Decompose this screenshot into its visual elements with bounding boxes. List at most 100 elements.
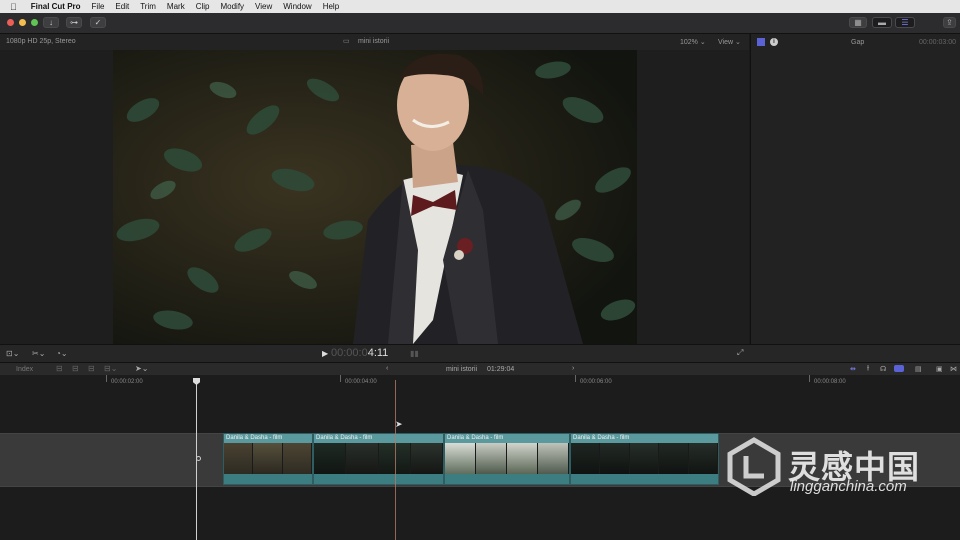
clip-label: Danila & Dasha - film bbox=[226, 435, 283, 441]
zoom-window-button[interactable] bbox=[31, 19, 38, 26]
insert-clip-icon[interactable]: ⊟ bbox=[72, 364, 79, 373]
import-icon: ↓ bbox=[49, 18, 53, 27]
transitions-browser-icon[interactable]: ⋈ bbox=[950, 365, 957, 373]
viewer-project-name: mini istorii bbox=[358, 38, 390, 45]
timeline-ruler[interactable]: 00:00:02:00 00:00:04:00 00:00:06:00 00:0… bbox=[0, 375, 960, 388]
timecode-dim: 00:00:0 bbox=[331, 347, 368, 359]
audio-skimming-icon[interactable]: ⫲ bbox=[867, 365, 869, 373]
menu-mark[interactable]: Mark bbox=[167, 2, 185, 11]
play-icon[interactable]: ▶ bbox=[322, 349, 328, 358]
close-window-button[interactable] bbox=[7, 19, 14, 26]
timeline-icon: ▬ bbox=[878, 18, 886, 27]
view-label: View bbox=[718, 39, 734, 46]
skimmer bbox=[395, 380, 396, 540]
info-icon[interactable]: i bbox=[770, 38, 778, 46]
ruler-tick-label: 00:00:02:00 bbox=[111, 379, 143, 385]
timecode-display[interactable]: 00:00:04:11 bbox=[331, 347, 388, 359]
grid-icon: ▦ bbox=[854, 18, 862, 27]
inspector-title: Gap bbox=[851, 39, 865, 46]
clip-audio-waveform bbox=[314, 474, 443, 484]
clip-audio-waveform bbox=[224, 474, 312, 484]
connect-clip-icon[interactable]: ⊟ bbox=[56, 364, 63, 373]
minimize-window-button[interactable] bbox=[19, 19, 26, 26]
watermark-url: lingganchina.com bbox=[790, 478, 907, 495]
clip-height-icon[interactable]: ▤ bbox=[915, 365, 922, 373]
viewer-header: 1080p HD 25p, Stereo ▭ mini istorii 102%… bbox=[0, 34, 749, 50]
sliders-icon: ☰ bbox=[901, 18, 909, 27]
video-frame[interactable] bbox=[113, 50, 637, 344]
ruler-tick-label: 00:00:08:00 bbox=[814, 379, 846, 385]
menu-modify[interactable]: Modify bbox=[220, 2, 244, 11]
fullscreen-icon[interactable]: ⤢ bbox=[737, 348, 743, 358]
zoom-value: 102% bbox=[680, 39, 698, 46]
clip-thumbnails bbox=[224, 443, 312, 475]
menu-file[interactable]: File bbox=[92, 2, 105, 11]
timeline-toggle-button[interactable]: ▬ bbox=[872, 17, 892, 28]
inspector-toggle-button[interactable]: ☰ bbox=[895, 17, 915, 28]
format-label: 1080p HD 25p, Stereo bbox=[6, 38, 76, 45]
snapping-icon[interactable] bbox=[894, 365, 904, 372]
timeline-project-name: mini istorii bbox=[446, 366, 478, 373]
overwrite-clip-icon[interactable]: ⊟⌄ bbox=[104, 364, 117, 373]
index-button[interactable]: Index bbox=[16, 366, 33, 373]
clip-thumbnails bbox=[571, 443, 718, 475]
share-button[interactable]: ⇪ bbox=[943, 17, 956, 28]
view-dropdown[interactable]: View ⌄ bbox=[718, 38, 741, 46]
video-frame-image bbox=[113, 50, 637, 344]
inspector-panel: i Gap 00:00:03:00 bbox=[750, 34, 960, 344]
ruler-tick-label: 00:00:06:00 bbox=[580, 379, 612, 385]
chevron-down-icon: ⌄ bbox=[735, 39, 741, 46]
menu-app-name[interactable]: Final Cut Pro bbox=[31, 2, 81, 11]
check-icon: ✓ bbox=[94, 18, 102, 27]
clip-audio-waveform bbox=[445, 474, 569, 484]
menu-edit[interactable]: Edit bbox=[115, 2, 129, 11]
timeline-clip[interactable]: Danila & Dasha - film bbox=[223, 433, 313, 485]
timeline-clip[interactable]: Danila & Dasha - film bbox=[570, 433, 719, 485]
watermark-logo-icon bbox=[724, 436, 784, 497]
speed-icon[interactable]: ◔⌄ bbox=[56, 349, 68, 358]
timeline-duration: 01:29:04 bbox=[487, 366, 515, 373]
browser-toggle-button[interactable]: ▦ bbox=[849, 17, 867, 28]
zoom-dropdown[interactable]: 102% ⌄ bbox=[680, 38, 706, 46]
timeline-clip[interactable]: Danila & Dasha - film bbox=[444, 433, 570, 485]
share-icon: ⇪ bbox=[946, 18, 953, 27]
video-inspector-icon[interactable] bbox=[757, 38, 765, 46]
menu-bar:  Final Cut Pro File Edit Trim Mark Clip… bbox=[0, 0, 960, 13]
menu-window[interactable]: Window bbox=[283, 2, 311, 11]
select-tool-icon[interactable]: ➤⌄ bbox=[135, 364, 148, 373]
toolbar: ↓ ⊶ ✓ ▦ ▬ ☰ ⇪ bbox=[0, 13, 960, 34]
timecode-bright: 4:11 bbox=[367, 347, 389, 359]
headphones-icon[interactable]: ☊ bbox=[880, 365, 886, 373]
project-icon: ▭ bbox=[343, 38, 350, 45]
menu-view[interactable]: View bbox=[255, 2, 272, 11]
inspector-timecode: 00:00:03:00 bbox=[919, 39, 956, 46]
transport-bar: ⊡⌄ ✂⌄ ◔⌄ ▶ 00:00:04:11 ▮▮ ⤢ bbox=[0, 344, 960, 363]
import-button[interactable]: ↓ bbox=[43, 17, 59, 28]
key-icon: ⊶ bbox=[70, 18, 78, 27]
chevron-down-icon: ⌄ bbox=[699, 39, 706, 46]
timeline-header: Index ⊟ ⊟ ⊟ ⊟⌄ ➤⌄ ‹ mini istorii 01:29:0… bbox=[0, 362, 960, 376]
clip-label: Danila & Dasha - film bbox=[447, 435, 504, 441]
append-clip-icon[interactable]: ⊟ bbox=[88, 364, 95, 373]
menu-trim[interactable]: Trim bbox=[140, 2, 156, 11]
playhead[interactable] bbox=[196, 380, 197, 540]
ruler-tick-label: 00:00:04:00 bbox=[345, 379, 377, 385]
menu-help[interactable]: Help bbox=[323, 2, 339, 11]
timeline-forward-icon[interactable]: › bbox=[572, 365, 574, 372]
clip-audio-waveform bbox=[571, 474, 718, 484]
tools-icon[interactable]: ✂⌄ bbox=[32, 349, 45, 358]
clip-thumbnails bbox=[445, 443, 569, 475]
skimming-icon[interactable]: ⇹ bbox=[850, 365, 856, 373]
background-tasks-button[interactable]: ✓ bbox=[90, 17, 106, 28]
timeline-clip[interactable]: Danila & Dasha - film bbox=[313, 433, 444, 485]
keyword-button[interactable]: ⊶ bbox=[66, 17, 82, 28]
apple-icon[interactable]:  bbox=[10, 2, 17, 12]
mouse-cursor-icon: ➤ bbox=[395, 419, 403, 429]
menu-clip[interactable]: Clip bbox=[196, 2, 210, 11]
timeline-back-icon[interactable]: ‹ bbox=[386, 365, 388, 372]
clip-appearance-icon[interactable]: ⊡⌄ bbox=[6, 349, 19, 358]
clip-label: Danila & Dasha - film bbox=[573, 435, 630, 441]
clip-label: Danila & Dasha - film bbox=[316, 435, 373, 441]
audio-meter-icon: ▮▮ bbox=[410, 349, 419, 358]
effects-browser-icon[interactable]: ▣ bbox=[936, 365, 943, 373]
